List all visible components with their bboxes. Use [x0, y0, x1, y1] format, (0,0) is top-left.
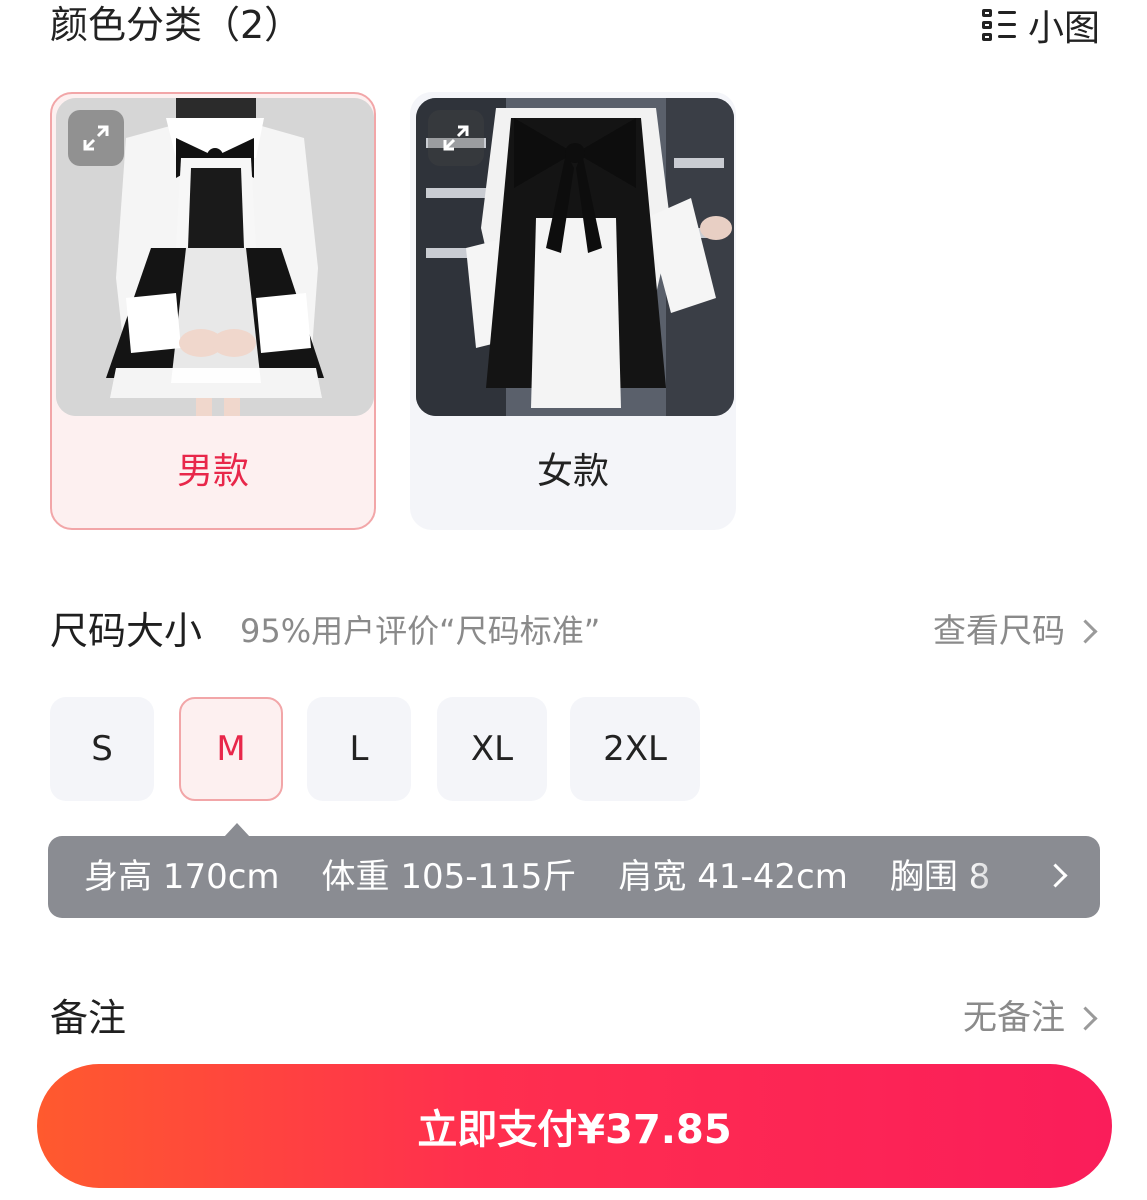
variant-card-female[interactable]: 女款 — [410, 92, 736, 530]
measurement-weight: 体重 105-115斤 — [321, 857, 577, 897]
remark-label: 备注 — [50, 996, 127, 1040]
color-section-header: 颜色分类（2） 小图 — [50, 0, 1100, 52]
remark-row[interactable]: 备注 无备注 — [50, 992, 1100, 1044]
measurement-chest: 胸围 8 — [889, 857, 991, 897]
size-option-s[interactable]: S — [50, 697, 154, 801]
pay-now-button[interactable]: 立即支付¥37.85 — [37, 1064, 1112, 1188]
variant-photo-female — [416, 98, 734, 416]
remark-value: 无备注 — [963, 992, 1100, 1044]
size-measurement-list: 身高 170cm 体重 105-115斤 肩宽 41-42cm 胸围 8 — [84, 836, 1034, 918]
size-option-l[interactable]: L — [307, 697, 411, 801]
chevron-right-icon — [1073, 618, 1098, 644]
remark-value-text: 无备注 — [963, 998, 1065, 1038]
expand-icon[interactable] — [428, 110, 484, 166]
size-option-2xl[interactable]: 2XL — [570, 697, 700, 801]
size-section-header: 尺码大小 95%用户评价“尺码标准” 查看尺码 — [50, 606, 1100, 656]
measurement-height: 身高 170cm — [84, 857, 280, 897]
size-tip-pointer — [224, 823, 250, 837]
small-image-view-toggle[interactable]: 小图 — [981, 2, 1100, 49]
view-toggle-label: 小图 — [1027, 8, 1100, 49]
size-rating-text: 95%用户评价“尺码标准” — [240, 612, 601, 650]
size-option-m[interactable]: M — [179, 697, 283, 801]
size-section-title: 尺码大小 — [50, 609, 203, 653]
variant-photo-male — [56, 98, 374, 416]
size-option-xl[interactable]: XL — [437, 697, 547, 801]
variant-card-male[interactable]: 男款 — [50, 92, 376, 530]
variant-label-female: 女款 — [536, 451, 609, 492]
chevron-right-icon[interactable] — [1043, 863, 1068, 888]
view-size-chart-link[interactable]: 查看尺码 — [933, 606, 1100, 656]
expand-icon[interactable] — [68, 110, 124, 166]
size-measurement-tooltip: 身高 170cm 体重 105-115斤 肩宽 41-42cm 胸围 8 — [48, 836, 1100, 918]
list-view-icon — [981, 7, 1018, 43]
color-section-title: 颜色分类（2） — [50, 3, 303, 47]
size-chart-link-label: 查看尺码 — [933, 611, 1065, 650]
chevron-right-icon — [1073, 1005, 1098, 1031]
measurement-shoulder: 肩宽 41-42cm — [618, 857, 848, 897]
variant-label-male: 男款 — [176, 451, 249, 492]
